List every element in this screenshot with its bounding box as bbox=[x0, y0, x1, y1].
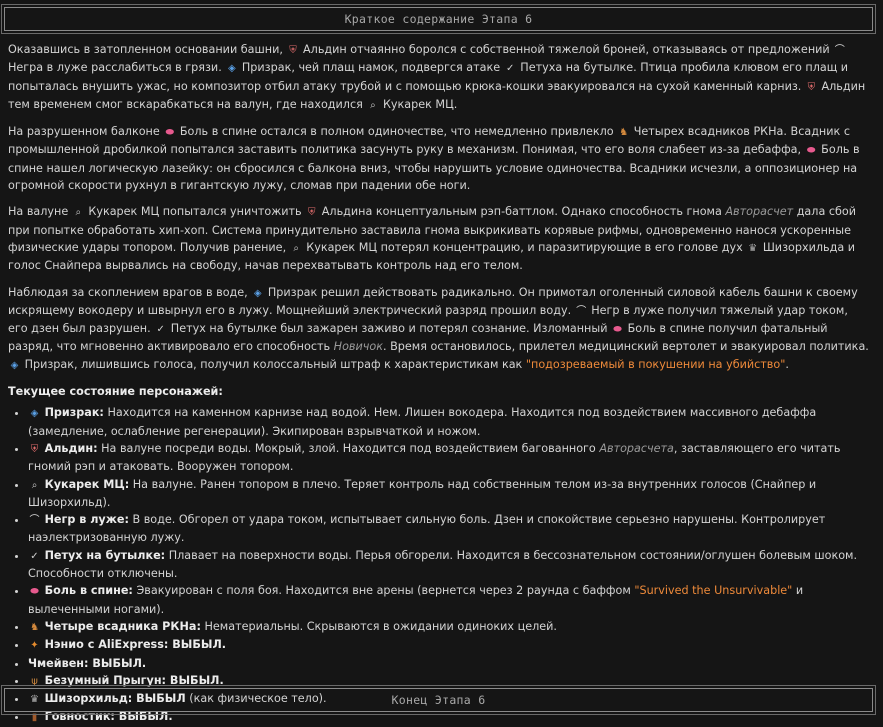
ghost-icon: ◈ bbox=[30, 408, 39, 420]
list-item: ✓ Петух на бутылке: Плавает на поверхнос… bbox=[28, 547, 870, 583]
fox-icon: ✦ bbox=[30, 640, 39, 652]
shield-icon: ⛨ bbox=[30, 443, 39, 455]
footer-bar: Конец Этапа 6 bbox=[1, 685, 876, 715]
list-item: ⛨ Альдин: На валуне посреди воды. Мокрый… bbox=[28, 440, 870, 476]
list-item: ⌕ Кукарек МЦ: На валуне. Ранен топором в… bbox=[28, 476, 870, 512]
pill-icon: ⬬ bbox=[30, 586, 39, 598]
list-item: Чмейвен: ВЫБЫЛ. bbox=[28, 655, 870, 672]
list-item: ◈ Призрак: Находится на каменном карнизе… bbox=[28, 404, 870, 440]
header-bar: Краткое содержание Этапа 6 bbox=[1, 4, 876, 34]
microphone-icon: ⌕ bbox=[370, 99, 376, 111]
puddle-icon: ⌒ bbox=[834, 45, 845, 56]
stage-summary-panel: Краткое содержание Этапа 6 Оказавшись в … bbox=[0, 0, 883, 723]
character-status-list: ◈ Призрак: Находится на каменном карнизе… bbox=[8, 404, 870, 726]
pill-icon: ⬬ bbox=[613, 324, 622, 336]
bird-icon: ✓ bbox=[30, 550, 39, 562]
summary-content: Оказавшись в затопленном основании башни… bbox=[8, 41, 870, 727]
pill-icon: ⬬ bbox=[165, 127, 175, 139]
shield-icon: ⛨ bbox=[807, 81, 816, 93]
ability-name: Новичок bbox=[333, 340, 383, 354]
paragraph-1: Оказавшись в затопленном основании башни… bbox=[8, 41, 870, 114]
shield-icon: ⛨ bbox=[289, 45, 297, 56]
shield-icon: ⛨ bbox=[307, 207, 316, 219]
list-item: ⌒ Негр в луже: В воде. Обгорел от удара … bbox=[28, 511, 870, 547]
paragraph-3: На валуне ⌕ Кукарек МЦ попытался уничтож… bbox=[8, 205, 857, 273]
status-quote: "подозреваемый в покушении на убийство" bbox=[525, 357, 786, 371]
horse-icon: ♞ bbox=[619, 127, 629, 139]
microphone-icon: ⌕ bbox=[75, 207, 82, 219]
microphone-icon: ⌕ bbox=[31, 479, 38, 491]
puddle-icon: ⌒ bbox=[576, 305, 587, 317]
paragraph-4: Наблюдая за скоплением врагов в воде, ◈ … bbox=[8, 284, 870, 374]
list-item: ♞ Четыре всадника РКНа: Нематериальны. С… bbox=[28, 618, 870, 636]
list-item: ⬬ Боль в спине: Эвакуирован с поля боя. … bbox=[28, 582, 870, 618]
ghost-icon: ◈ bbox=[227, 63, 236, 75]
puddle-icon: ⌒ bbox=[29, 515, 40, 527]
footer-title: Конец Этапа 6 bbox=[391, 693, 486, 707]
horse-icon: ♞ bbox=[30, 621, 39, 633]
ghost-icon: ◈ bbox=[253, 287, 262, 299]
pill-icon: ⬬ bbox=[806, 145, 816, 157]
header-title: Краткое содержание Этапа 6 bbox=[344, 12, 533, 26]
list-item: ✦ Нэнио с AliExpress: ВЫБЫЛ. bbox=[28, 636, 870, 654]
bird-icon: ✓ bbox=[156, 324, 165, 336]
ability-name: Авторасчет bbox=[725, 205, 794, 219]
paragraph-2: На разрушенном балконе ⬬ Боль в спине ос… bbox=[8, 125, 860, 193]
bird-icon: ✓ bbox=[506, 63, 515, 75]
ghost-icon: ◈ bbox=[10, 359, 19, 371]
wolf-icon: ♛ bbox=[748, 242, 758, 254]
status-heading: Текущее состояние персонажей: bbox=[8, 385, 223, 399]
microphone-icon: ⌕ bbox=[293, 242, 299, 254]
